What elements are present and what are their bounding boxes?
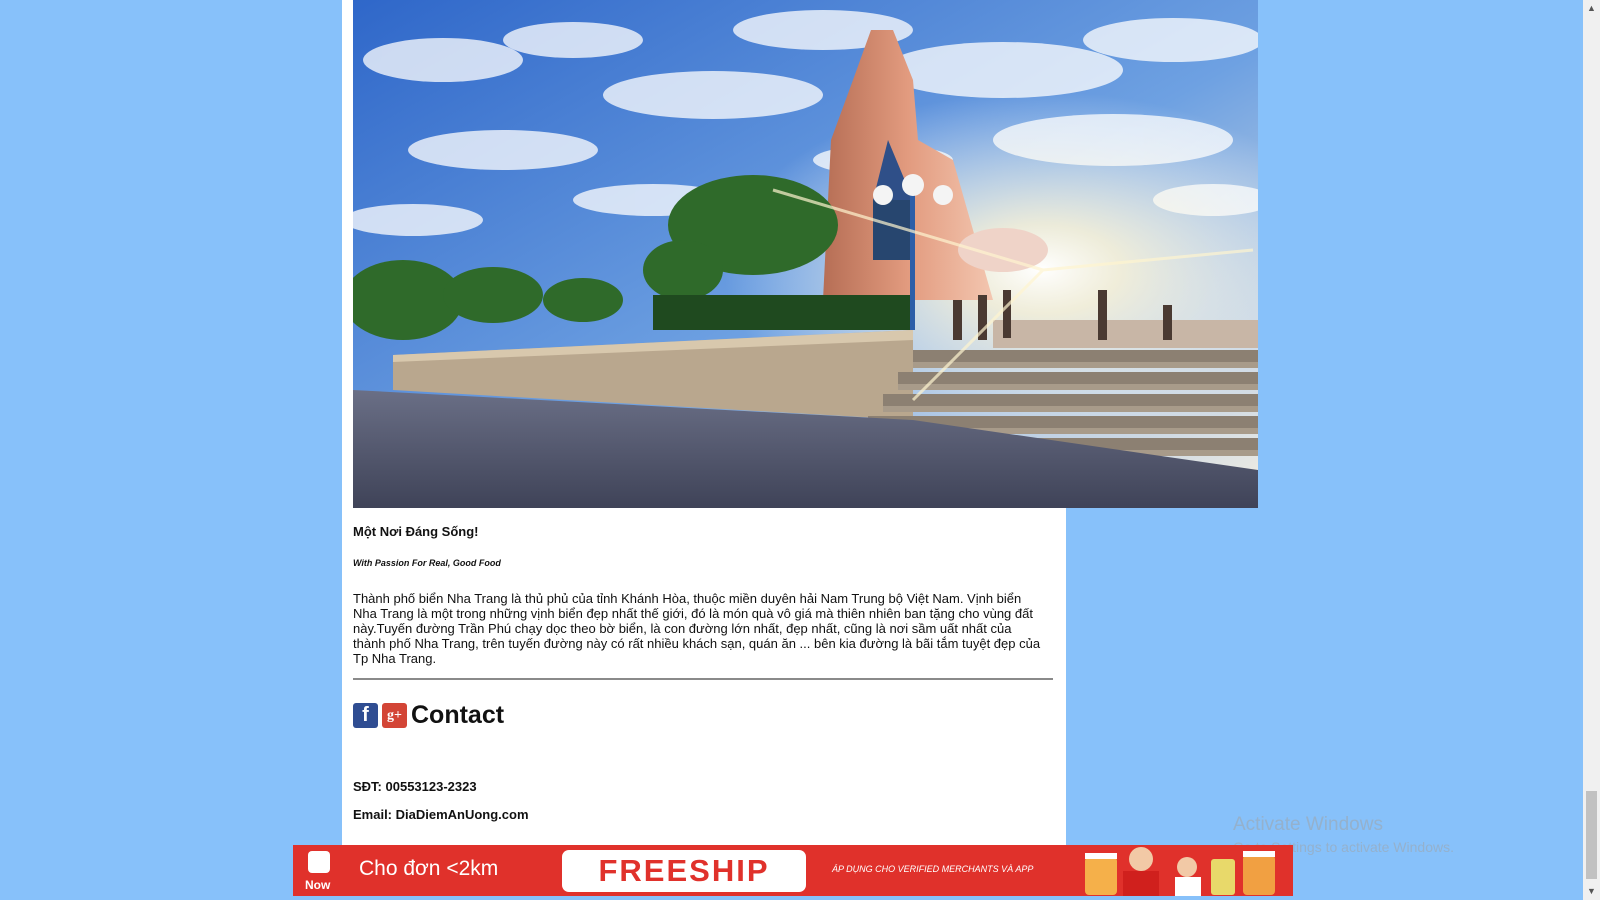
nha-trang-tower-image: [353, 0, 1258, 508]
contact-phone: SĐT: 00553123-2323: [353, 779, 477, 794]
article-tagline: With Passion For Real, Good Food: [353, 558, 501, 568]
scrollbar-thumb[interactable]: [1586, 791, 1597, 879]
now-app-icon: [308, 851, 330, 873]
freeship-button[interactable]: FREESHIP: [562, 850, 806, 892]
banner-note: ÁP DỤNG CHO VERIFIED MERCHANTS VÀ APP: [832, 864, 1034, 874]
article-description: Thành phố biển Nha Trang là thủ phủ của …: [353, 591, 1041, 666]
freeship-ad-banner[interactable]: Now Cho đơn <2km FREESHIP ÁP DỤNG CHO VE…: [293, 845, 1293, 896]
now-label: Now: [305, 878, 331, 892]
scroll-up-arrow-icon[interactable]: ▲: [1587, 3, 1596, 13]
page: Một Nơi Đáng Sống! With Passion For Real…: [0, 0, 1600, 900]
contact-email: Email: DiaDiemAnUong.com: [353, 807, 529, 822]
divider: [353, 678, 1053, 680]
banner-lead-text: Cho đơn <2km: [359, 857, 499, 880]
hero-image: [353, 0, 1258, 508]
now-app-badge: Now: [299, 848, 339, 893]
contact-title: Contact: [411, 701, 505, 729]
googleplus-icon[interactable]: g+: [382, 703, 407, 728]
scroll-down-arrow-icon[interactable]: ▼: [1587, 886, 1596, 896]
facebook-icon[interactable]: f: [353, 703, 378, 728]
contact-header: f g+ Contact: [353, 701, 504, 730]
banner-promo-art: [1085, 847, 1275, 896]
article-headline: Một Nơi Đáng Sống!: [353, 524, 479, 539]
article: Một Nơi Đáng Sống! With Passion For Real…: [353, 524, 1053, 666]
watermark-title: Activate Windows: [1233, 814, 1383, 835]
vertical-scrollbar[interactable]: ▲ ▼: [1583, 0, 1600, 900]
